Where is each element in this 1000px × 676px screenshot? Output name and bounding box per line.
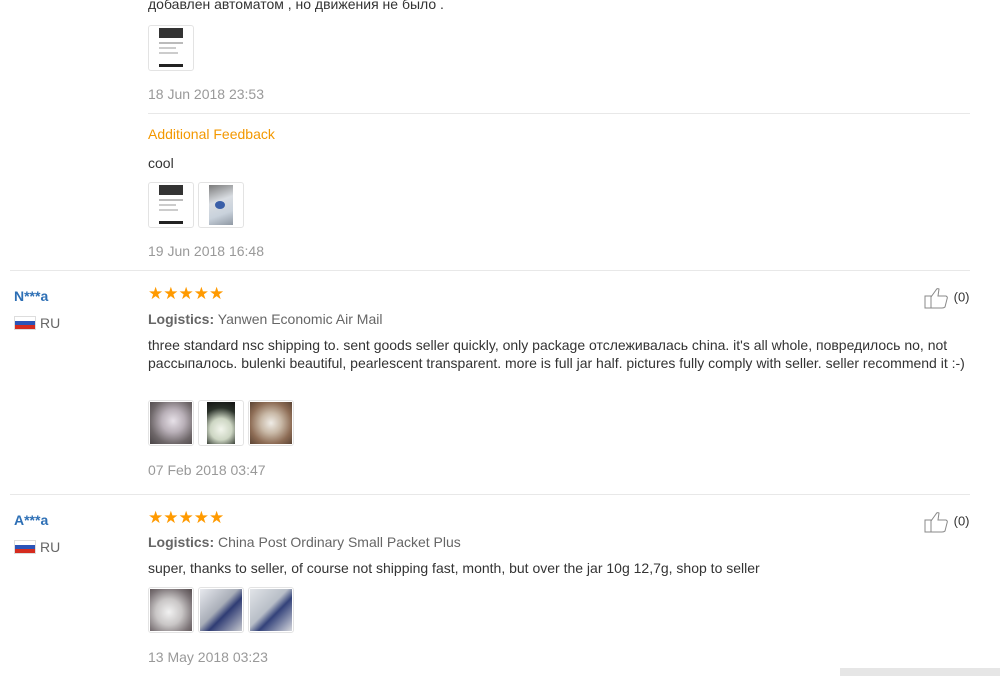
helpful-count: (0) <box>953 289 970 305</box>
review-photo-thumbnail[interactable] <box>148 587 194 633</box>
star-icon: ★ <box>193 284 209 303</box>
star-icon: ★ <box>148 284 164 303</box>
additional-feedback-text: cool <box>148 155 174 171</box>
reviewer-name: N***a <box>14 288 49 304</box>
reviewer-name: A***a <box>14 512 49 528</box>
bottom-bar <box>840 668 1000 676</box>
review-photo-thumbnail[interactable] <box>198 587 244 633</box>
country-flag-icon <box>14 540 36 554</box>
thumbs-up-icon <box>924 512 948 533</box>
review-photo-thumbnail[interactable] <box>248 587 294 633</box>
review-photo-thumbnail[interactable] <box>148 25 194 71</box>
review-date: 07 Feb 2018 03:47 <box>148 462 266 478</box>
divider <box>10 270 970 271</box>
star-icon: ★ <box>193 508 209 527</box>
review-date: 18 Jun 2018 23:53 <box>148 86 264 102</box>
review-photo-thumbnail[interactable] <box>198 182 244 228</box>
star-rating: ★★★★★ <box>148 284 225 303</box>
reviewer-country: RU <box>40 539 61 555</box>
logistics-label: Logistics: <box>148 534 215 550</box>
helpful-button[interactable]: (0) <box>924 511 970 533</box>
review-photo-thumbnail[interactable] <box>248 400 294 446</box>
review-photo-thumbnail[interactable] <box>148 182 194 228</box>
star-icon: ★ <box>209 284 225 303</box>
logistics-value: Yanwen Economic Air Mail <box>217 311 383 327</box>
star-icon: ★ <box>148 508 164 527</box>
helpful-count: (0) <box>953 513 970 529</box>
reviewer-country: RU <box>40 315 61 331</box>
review-date: 13 May 2018 03:23 <box>148 649 268 665</box>
star-icon: ★ <box>178 284 194 303</box>
thumbs-up-icon <box>924 288 948 309</box>
star-icon: ★ <box>209 508 225 527</box>
helpful-button[interactable]: (0) <box>924 287 970 309</box>
review-text: three standard nsc shipping to. sent goo… <box>148 337 965 371</box>
star-icon: ★ <box>163 284 179 303</box>
logistics-info: Logistics: Yanwen Economic Air Mail <box>148 311 382 327</box>
review-photo-thumbnail[interactable] <box>148 400 194 446</box>
review-text: super, thanks to seller, of course not s… <box>148 560 760 576</box>
logistics-label: Logistics: <box>148 311 215 327</box>
review-photo-thumbnail[interactable] <box>198 400 244 446</box>
star-rating: ★★★★★ <box>148 508 225 527</box>
logistics-value: China Post Ordinary Small Packet Plus <box>218 534 461 550</box>
divider <box>148 113 970 114</box>
review-text-tail: добавлен автоматом , но движения не было… <box>148 0 444 12</box>
logistics-info: Logistics: China Post Ordinary Small Pac… <box>148 534 461 550</box>
divider <box>10 494 970 495</box>
additional-feedback-heading: Additional Feedback <box>148 126 275 142</box>
country-flag-icon <box>14 316 36 330</box>
review-date: 19 Jun 2018 16:48 <box>148 243 264 259</box>
star-icon: ★ <box>163 508 179 527</box>
star-icon: ★ <box>178 508 194 527</box>
